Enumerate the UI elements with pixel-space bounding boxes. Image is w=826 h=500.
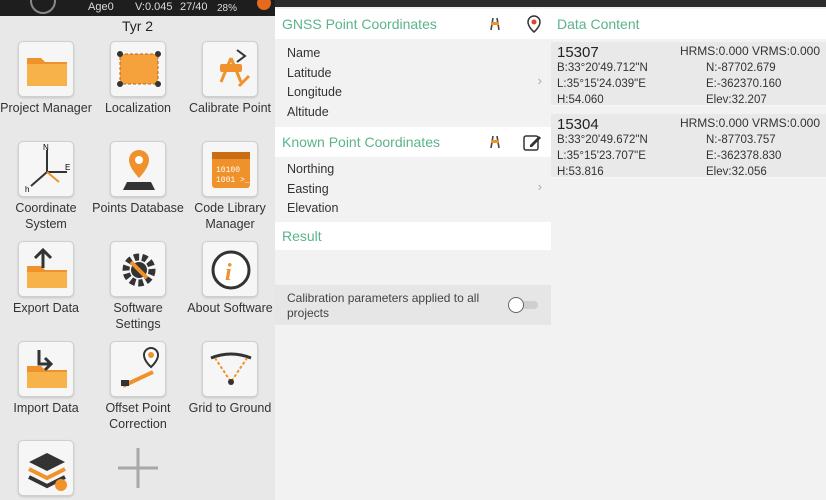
result-title: Result xyxy=(282,228,322,244)
calibrate-point-icon xyxy=(202,41,258,97)
localization-map-icon xyxy=(110,41,166,97)
gnss-fields[interactable]: Name Latitude Longitude Altitude › xyxy=(275,44,551,122)
data-content-header: Data Content xyxy=(551,9,826,39)
record-n: N:-87703.757 xyxy=(706,134,776,146)
calibration-label: Calibration parameters applied to all pr… xyxy=(287,291,480,320)
top-strip xyxy=(275,0,551,7)
record-rms: HRMS:0.000 VRMS:0.000 xyxy=(679,44,820,58)
svg-text:N: N xyxy=(43,143,49,152)
record-rms: HRMS:0.000 VRMS:0.000 xyxy=(679,116,820,130)
field-northing: Northing xyxy=(287,162,335,176)
top-strip xyxy=(551,0,826,7)
chevron-right-icon[interactable]: › xyxy=(538,73,542,88)
alert-dot-icon xyxy=(257,0,271,10)
offset-point-icon xyxy=(110,341,166,397)
data-content-panel: Data Content 15307 HRMS:0.000 VRMS:0.000… xyxy=(551,0,826,500)
known-title: Known Point Coordinates xyxy=(282,134,440,150)
gnss-receiver-icon[interactable] xyxy=(485,132,505,152)
folder-icon xyxy=(18,41,74,97)
record-elev: Elev:32.056 xyxy=(706,166,767,178)
coordinate-axes-icon: N Eh xyxy=(18,141,74,197)
location-pin-icon[interactable] xyxy=(524,14,544,34)
field-elevation: Elevation xyxy=(287,201,339,215)
sats-text: 27/40 xyxy=(180,1,208,13)
record-b: B:33°20'49.672"N xyxy=(557,134,648,146)
record-h: H:53.816 xyxy=(557,166,604,178)
binary-code-icon: 10100 1001 >_ xyxy=(202,141,258,197)
record-name: 15304 xyxy=(557,116,599,133)
svg-text:E: E xyxy=(65,163,70,172)
tile-export-data[interactable]: Export Data xyxy=(0,241,92,316)
tile-calibrate-point[interactable]: Calibrate Point xyxy=(184,41,275,116)
field-altitude: Altitude xyxy=(287,104,329,119)
gnss-receiver-icon[interactable] xyxy=(485,14,505,34)
data-content-title: Data Content xyxy=(557,16,640,32)
grid-to-ground-icon xyxy=(202,341,258,397)
data-record[interactable]: 15304 HRMS:0.000 VRMS:0.000 B:33°20'49.6… xyxy=(551,114,826,178)
chevron-right-icon[interactable]: › xyxy=(538,179,542,194)
record-e: E:-362378.830 xyxy=(706,150,782,162)
edit-icon[interactable] xyxy=(522,132,542,152)
tile-add[interactable] xyxy=(92,440,184,496)
plus-icon xyxy=(110,440,166,496)
tile-coordinate-system[interactable]: NEh Coordinate System xyxy=(0,141,92,232)
known-section-header: Known Point Coordinates xyxy=(275,127,551,157)
layers-settings-icon xyxy=(18,440,74,496)
field-easting: Easting xyxy=(287,181,329,196)
info-icon: i xyxy=(202,241,258,297)
export-folder-icon xyxy=(18,241,74,297)
calibration-option-row[interactable]: Calibration parameters applied to all pr… xyxy=(275,285,551,325)
svg-text:10100: 10100 xyxy=(216,166,240,175)
data-record[interactable]: 15307 HRMS:0.000 VRMS:0.000 B:33°20'49.7… xyxy=(551,42,826,106)
field-name: Name xyxy=(287,46,321,60)
battery-text: 28% xyxy=(217,3,238,14)
field-latitude: Latitude xyxy=(287,65,332,80)
record-n: N:-87702.679 xyxy=(706,62,776,74)
known-fields[interactable]: Northing Easting Elevation › xyxy=(275,160,551,219)
record-l: L:35°15'24.039"E xyxy=(557,78,646,90)
status-bar: Age0 V:0.045 27/40 28% xyxy=(0,0,275,16)
tile-grid-to-ground[interactable]: Grid to Ground xyxy=(184,341,275,416)
tile-software-settings[interactable]: Software Settings xyxy=(92,241,184,332)
calibration-panel: GNSS Point Coordinates Name Latitude Lon… xyxy=(275,0,551,500)
record-name: 15307 xyxy=(557,44,599,61)
gear-wrench-icon xyxy=(110,241,166,297)
svg-text:i: i xyxy=(225,260,232,286)
calibration-toggle[interactable] xyxy=(508,297,540,313)
gnss-title: GNSS Point Coordinates xyxy=(282,16,437,32)
import-folder-icon xyxy=(18,341,74,397)
launcher-panel: Age0 V:0.045 27/40 28% Tyr 2 Project Man… xyxy=(0,0,275,500)
age-text: Age0 xyxy=(88,1,114,13)
tile-code-library-manager[interactable]: 10100 1001 >_ Code Library Manager xyxy=(184,141,275,232)
gnss-section-header: GNSS Point Coordinates xyxy=(275,9,551,39)
record-e: E:-362370.160 xyxy=(706,78,782,90)
tile-offset-point-correction[interactable]: Offset Point Correction xyxy=(92,341,184,432)
svg-text:h: h xyxy=(25,185,29,194)
tile-points-database[interactable]: Points Database xyxy=(92,141,184,216)
tile-import-data[interactable]: Import Data xyxy=(0,341,92,416)
gnss-ring-icon xyxy=(30,0,56,14)
tile-localization[interactable]: Localization xyxy=(92,41,184,116)
map-pin-icon xyxy=(110,141,166,197)
record-l: L:35°15'23.707"E xyxy=(557,150,646,162)
version-text: V:0.045 xyxy=(135,1,173,13)
record-h: H:54.060 xyxy=(557,94,604,106)
tile-project-manager[interactable]: Project Manager xyxy=(0,41,92,116)
result-section-header: Result xyxy=(275,222,551,250)
record-b: B:33°20'49.712"N xyxy=(557,62,648,74)
toggle-knob xyxy=(508,297,524,313)
device-title: Tyr 2 xyxy=(121,18,154,34)
svg-text:1001 >_: 1001 >_ xyxy=(216,176,250,185)
tile-about-software[interactable]: i About Software xyxy=(184,241,275,316)
record-elev: Elev:32.207 xyxy=(706,94,767,106)
tile-layers-settings[interactable] xyxy=(0,440,92,496)
field-longitude: Longitude xyxy=(287,85,342,99)
